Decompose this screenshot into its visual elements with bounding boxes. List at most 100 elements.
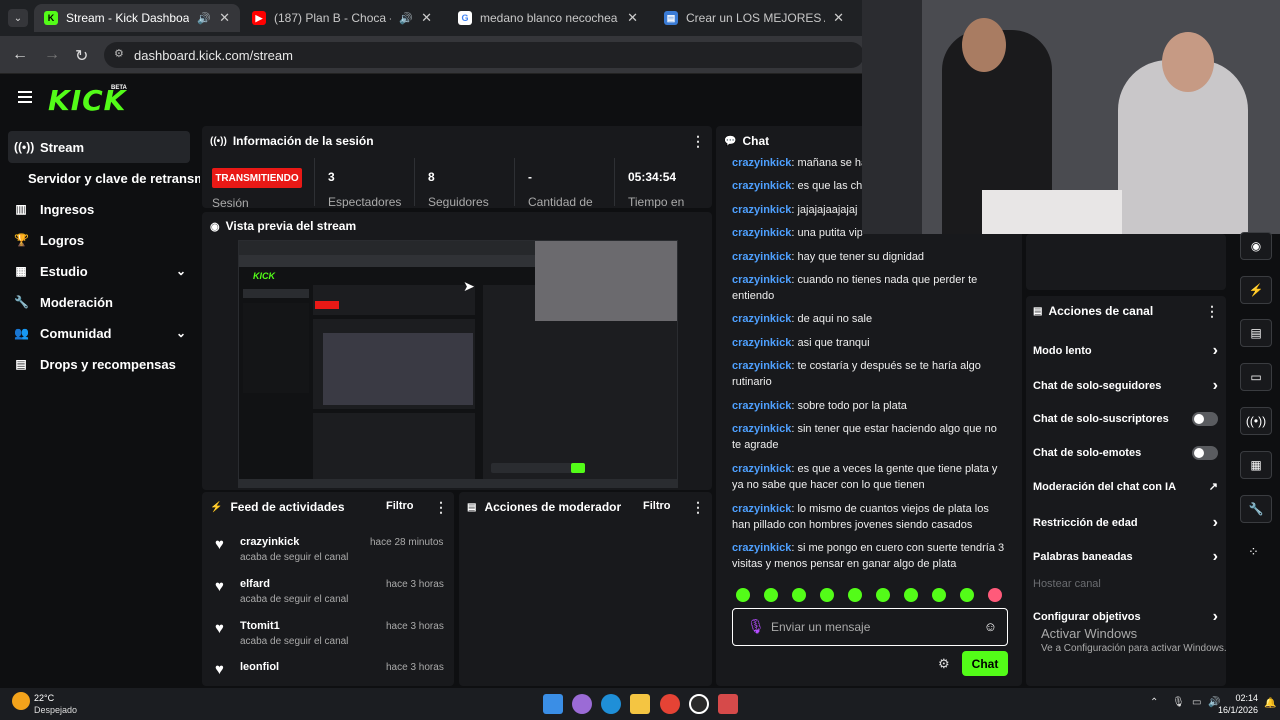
sidebar-item-stream[interactable]: ((•)) Stream	[14, 135, 84, 159]
forward-arrow-icon[interactable]: →	[44, 46, 60, 64]
emote-icon[interactable]	[988, 588, 1002, 602]
sidebar-item-moderacion[interactable]: 🔧 Moderación	[14, 290, 113, 314]
emote-icon[interactable]	[736, 588, 750, 602]
chat-username[interactable]: crazyinkick	[732, 503, 791, 515]
mod-filter-button[interactable]: Filtro	[643, 500, 671, 512]
chat-message: crazyinkick: es que a veces la gente que…	[732, 463, 998, 491]
chat-username[interactable]: crazyinkick	[732, 251, 791, 263]
emote-icon[interactable]	[820, 588, 834, 602]
microphone-tray-icon[interactable]: 🎙	[1172, 697, 1185, 708]
channel-action-ai-moderation[interactable]: Moderación del chat con IA ↗	[1033, 480, 1218, 494]
notification-bell-icon[interactable]: 🔔	[1264, 698, 1276, 709]
chat-username[interactable]: crazyinkick	[732, 337, 791, 349]
sidebar-item-logros[interactable]: 🏆 Logros	[14, 228, 84, 252]
chat-username[interactable]: crazyinkick	[732, 463, 791, 475]
chat-username[interactable]: crazyinkick	[732, 360, 791, 372]
clock-time[interactable]: 02:14	[1220, 693, 1258, 703]
tab-close-icon[interactable]: ✕	[627, 10, 638, 26]
emote-icon[interactable]	[904, 588, 918, 602]
chat-message-input[interactable]: 🎙 Enviar un mensaje ☺	[732, 608, 1008, 646]
network-icon[interactable]: ▭	[1192, 697, 1201, 708]
windows-start-icon[interactable]	[543, 694, 563, 714]
sidebar-item-estudio[interactable]: ▦ Estudio ⌄	[14, 259, 186, 283]
channel-action-banned-words[interactable]: Palabras baneadas ›	[1033, 548, 1218, 566]
channel-action-emotes-only[interactable]: Chat de solo-emotes	[1033, 446, 1218, 460]
back-arrow-icon[interactable]: ←	[12, 46, 28, 64]
weather-sun-icon[interactable]	[12, 692, 30, 710]
broadcast-icon[interactable]: ((•))	[1240, 407, 1272, 435]
mod-menu-icon[interactable]: ⋮	[691, 499, 705, 516]
chat-username[interactable]: crazyinkick	[732, 204, 791, 216]
sidebar-item-drops[interactable]: ▤ Drops y recompensas	[14, 352, 176, 376]
app-icon[interactable]	[718, 694, 738, 714]
feed-filter-button[interactable]: Filtro	[386, 500, 414, 512]
channel-action-age-restriction[interactable]: Restricción de edad ›	[1033, 514, 1218, 532]
copilot-icon[interactable]	[572, 694, 592, 714]
chat-username[interactable]: crazyinkick	[732, 400, 791, 412]
weather-desc[interactable]: Despejado	[34, 705, 77, 715]
sidebar-item-comunidad[interactable]: 👥 Comunidad ⌄	[14, 321, 186, 345]
wrench-icon[interactable]: 🔧	[1240, 495, 1272, 523]
tab-close-icon[interactable]: ✕	[421, 10, 432, 26]
activity-user[interactable]: crazyinkick	[240, 536, 299, 548]
sidebar-item-server-key[interactable]: Servidor y clave de retransm	[28, 166, 200, 190]
channel-actions-menu-icon[interactable]: ⋮	[1205, 303, 1219, 320]
dots-cluster-icon[interactable]: ⁘	[1248, 544, 1259, 560]
chat-username[interactable]: crazyinkick	[732, 423, 791, 435]
subs-only-toggle[interactable]	[1192, 412, 1218, 426]
browser-tab-stream[interactable]: K Stream - Kick Dashboard 🔊 ✕	[34, 4, 240, 32]
file-explorer-icon[interactable]	[630, 694, 650, 714]
emoji-picker-icon[interactable]: ☺	[984, 619, 997, 634]
blank-panel	[1026, 234, 1226, 290]
weather-temp[interactable]: 22°C	[34, 693, 54, 703]
channel-action-followers-only[interactable]: Chat de solo-seguidores ›	[1033, 377, 1218, 395]
emote-icon[interactable]	[876, 588, 890, 602]
activity-user[interactable]: leonfiol	[240, 661, 279, 673]
chat-username[interactable]: crazyinkick	[732, 157, 791, 169]
emotes-only-toggle[interactable]	[1192, 446, 1218, 460]
chrome-icon[interactable]	[660, 694, 680, 714]
preview-toggle-icon[interactable]: ◉	[1240, 232, 1272, 260]
browser-tab-google[interactable]: G medano blanco necochea - Bus ✕	[448, 4, 648, 32]
reload-icon[interactable]: ↻	[75, 46, 88, 66]
tab-search-chevron-icon[interactable]: ⌄	[8, 9, 28, 27]
channel-action-goals[interactable]: Configurar objetivos ›	[1033, 608, 1218, 626]
document-icon[interactable]: ▤	[1240, 319, 1272, 347]
tab-close-icon[interactable]: ✕	[219, 10, 230, 26]
site-info-icon[interactable]: ⚙	[114, 47, 124, 60]
chat-send-button[interactable]: Chat	[962, 651, 1008, 676]
activity-user[interactable]: Ttomit1	[240, 620, 280, 632]
channel-action-slow-mode[interactable]: Modo lento ›	[1033, 342, 1218, 360]
heart-icon: ♥	[215, 578, 224, 595]
feed-menu-icon[interactable]: ⋮	[434, 499, 448, 516]
layout-icon[interactable]: ▦	[1240, 451, 1272, 479]
emote-icon[interactable]	[764, 588, 778, 602]
edge-icon[interactable]	[601, 694, 621, 714]
address-bar[interactable]: ⚙ dashboard.kick.com/stream	[104, 42, 864, 68]
emote-icon[interactable]	[932, 588, 946, 602]
microphone-icon[interactable]: 🎙	[747, 618, 765, 635]
chat-username[interactable]: crazyinkick	[732, 542, 791, 554]
hamburger-menu-icon[interactable]	[18, 91, 32, 103]
browser-tab-youtube[interactable]: ▶ (187) Plan B - Choca - YouTu 🔊 ✕	[242, 4, 442, 32]
obs-icon[interactable]	[689, 694, 709, 714]
emote-icon[interactable]	[848, 588, 862, 602]
chat-bubble-icon[interactable]: ▭	[1240, 363, 1272, 391]
tray-chevron-up-icon[interactable]: ⌃	[1150, 697, 1158, 708]
clock-date[interactable]: 16/1/2026	[1218, 705, 1258, 715]
channel-action-subs-only[interactable]: Chat de solo-suscriptores	[1033, 412, 1218, 426]
chat-username[interactable]: crazyinkick	[732, 180, 791, 192]
browser-tab-alfajores[interactable]: ▤ Crear un LOS MEJORES ALFAJO ✕	[654, 4, 854, 32]
emote-icon[interactable]	[960, 588, 974, 602]
activity-user[interactable]: elfard	[240, 578, 270, 590]
stream-preview-video[interactable]: KICK	[238, 240, 678, 488]
emote-icon[interactable]	[792, 588, 806, 602]
chat-username[interactable]: crazyinkick	[732, 227, 791, 239]
chat-username[interactable]: crazyinkick	[732, 274, 791, 286]
chat-username[interactable]: crazyinkick	[732, 313, 791, 325]
session-menu-icon[interactable]: ⋮	[691, 133, 705, 150]
lightning-icon[interactable]: ⚡	[1240, 276, 1272, 304]
chat-settings-gear-icon[interactable]: ⚙	[938, 656, 950, 672]
tab-close-icon[interactable]: ✕	[833, 10, 844, 26]
sidebar-item-ingresos[interactable]: ▥ Ingresos	[14, 197, 94, 221]
